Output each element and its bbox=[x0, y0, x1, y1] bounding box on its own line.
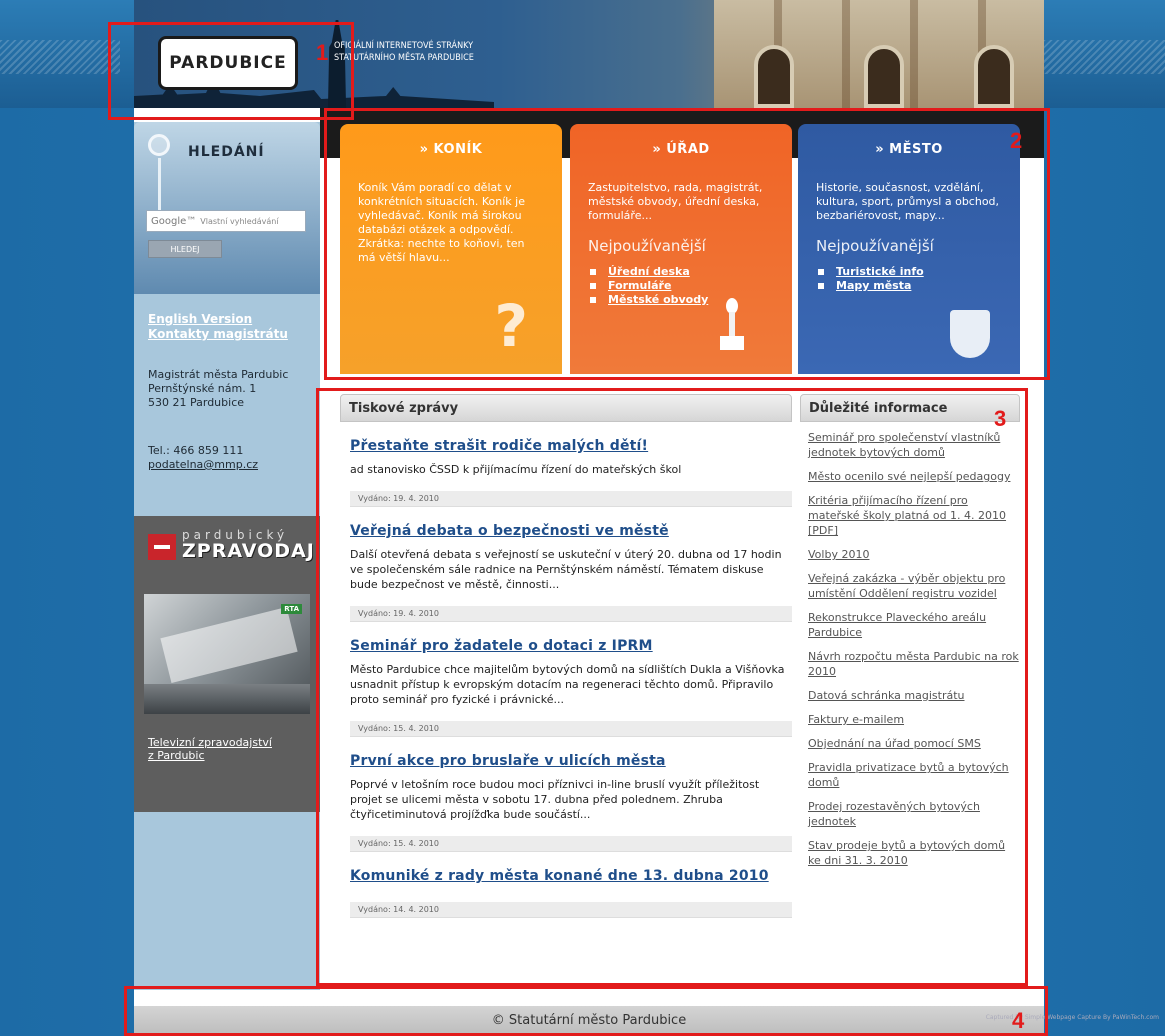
site-tagline: OFICIÁLNÍ INTERNETOVÉ STRÁNKY STATUTÁRNÍ… bbox=[334, 41, 474, 63]
email-link[interactable]: podatelna@mmp.cz bbox=[148, 458, 258, 472]
english-version-link[interactable]: English Version bbox=[148, 312, 288, 327]
tv-panel: pardubický ZPRAVODAJ RTA Televizní zprav… bbox=[134, 516, 320, 812]
contact-info: Tel.: 466 859 111 podatelna@mmp.cz bbox=[148, 444, 258, 472]
contacts-link[interactable]: Kontakty magistrátu bbox=[148, 327, 288, 342]
search-button[interactable]: HLEDEJ bbox=[148, 240, 222, 258]
annotation-number-1: 1 bbox=[316, 40, 329, 65]
annotation-box-4 bbox=[124, 986, 1048, 1036]
search-placeholder: Vlastní vyhledávání bbox=[200, 216, 279, 226]
annotation-number-3: 3 bbox=[994, 406, 1007, 431]
annotation-box-3 bbox=[316, 388, 1028, 986]
office-address: Magistrát města Pardubic Pernštýnské nám… bbox=[148, 368, 289, 409]
search-title: HLEDÁNÍ bbox=[188, 144, 265, 160]
left-sidebar: HLEDÁNÍ Google™ Vlastní vyhledávání HLED… bbox=[134, 122, 320, 990]
rta-badge: RTA bbox=[281, 604, 302, 614]
zpravodaj-mark-icon bbox=[148, 534, 176, 560]
sidebar-links: English Version Kontakty magistrátu bbox=[148, 312, 288, 342]
annotation-box-1 bbox=[108, 22, 354, 120]
town-hall-image bbox=[714, 0, 1044, 108]
search-panel: HLEDÁNÍ Google™ Vlastní vyhledávání HLED… bbox=[134, 122, 320, 294]
background-stripes-left bbox=[0, 40, 120, 74]
tv-news-link[interactable]: Televizní zpravodajství z Pardubic bbox=[148, 736, 272, 762]
magnifier-icon bbox=[148, 134, 170, 156]
annotation-number-2: 2 bbox=[1010, 128, 1023, 153]
phone-number: Tel.: 466 859 111 bbox=[148, 444, 244, 457]
annotation-box-2 bbox=[324, 108, 1050, 380]
zpravodaj-logo[interactable]: pardubický ZPRAVODAJ bbox=[148, 528, 314, 562]
search-input[interactable]: Google™ Vlastní vyhledávání bbox=[146, 210, 306, 232]
magnifier-handle bbox=[158, 158, 161, 210]
google-label: Google™ bbox=[151, 215, 197, 227]
background-stripes-right bbox=[1043, 40, 1165, 74]
annotation-number-4: 4 bbox=[1012, 1008, 1025, 1033]
tv-studio-image[interactable]: RTA bbox=[144, 594, 310, 714]
